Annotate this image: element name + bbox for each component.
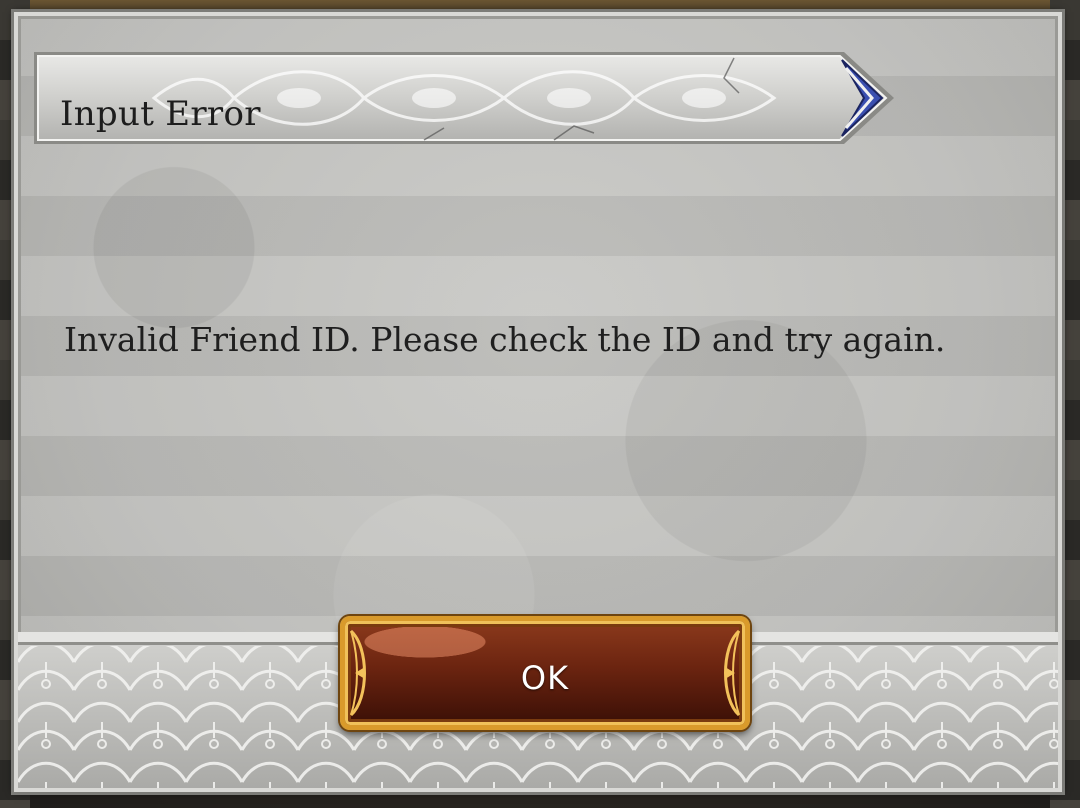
error-message: Invalid Friend ID. Please check the ID a…	[64, 320, 946, 359]
dialog-title: Input Error	[60, 94, 261, 134]
ok-button[interactable]: OK	[340, 616, 750, 730]
title-banner: Input Error	[34, 38, 904, 148]
ok-button-label: OK	[520, 659, 570, 697]
error-dialog: Input Error Invalid Friend ID. Please ch…	[11, 9, 1065, 795]
game-screen: Input Error Invalid Friend ID. Please ch…	[0, 0, 1080, 808]
